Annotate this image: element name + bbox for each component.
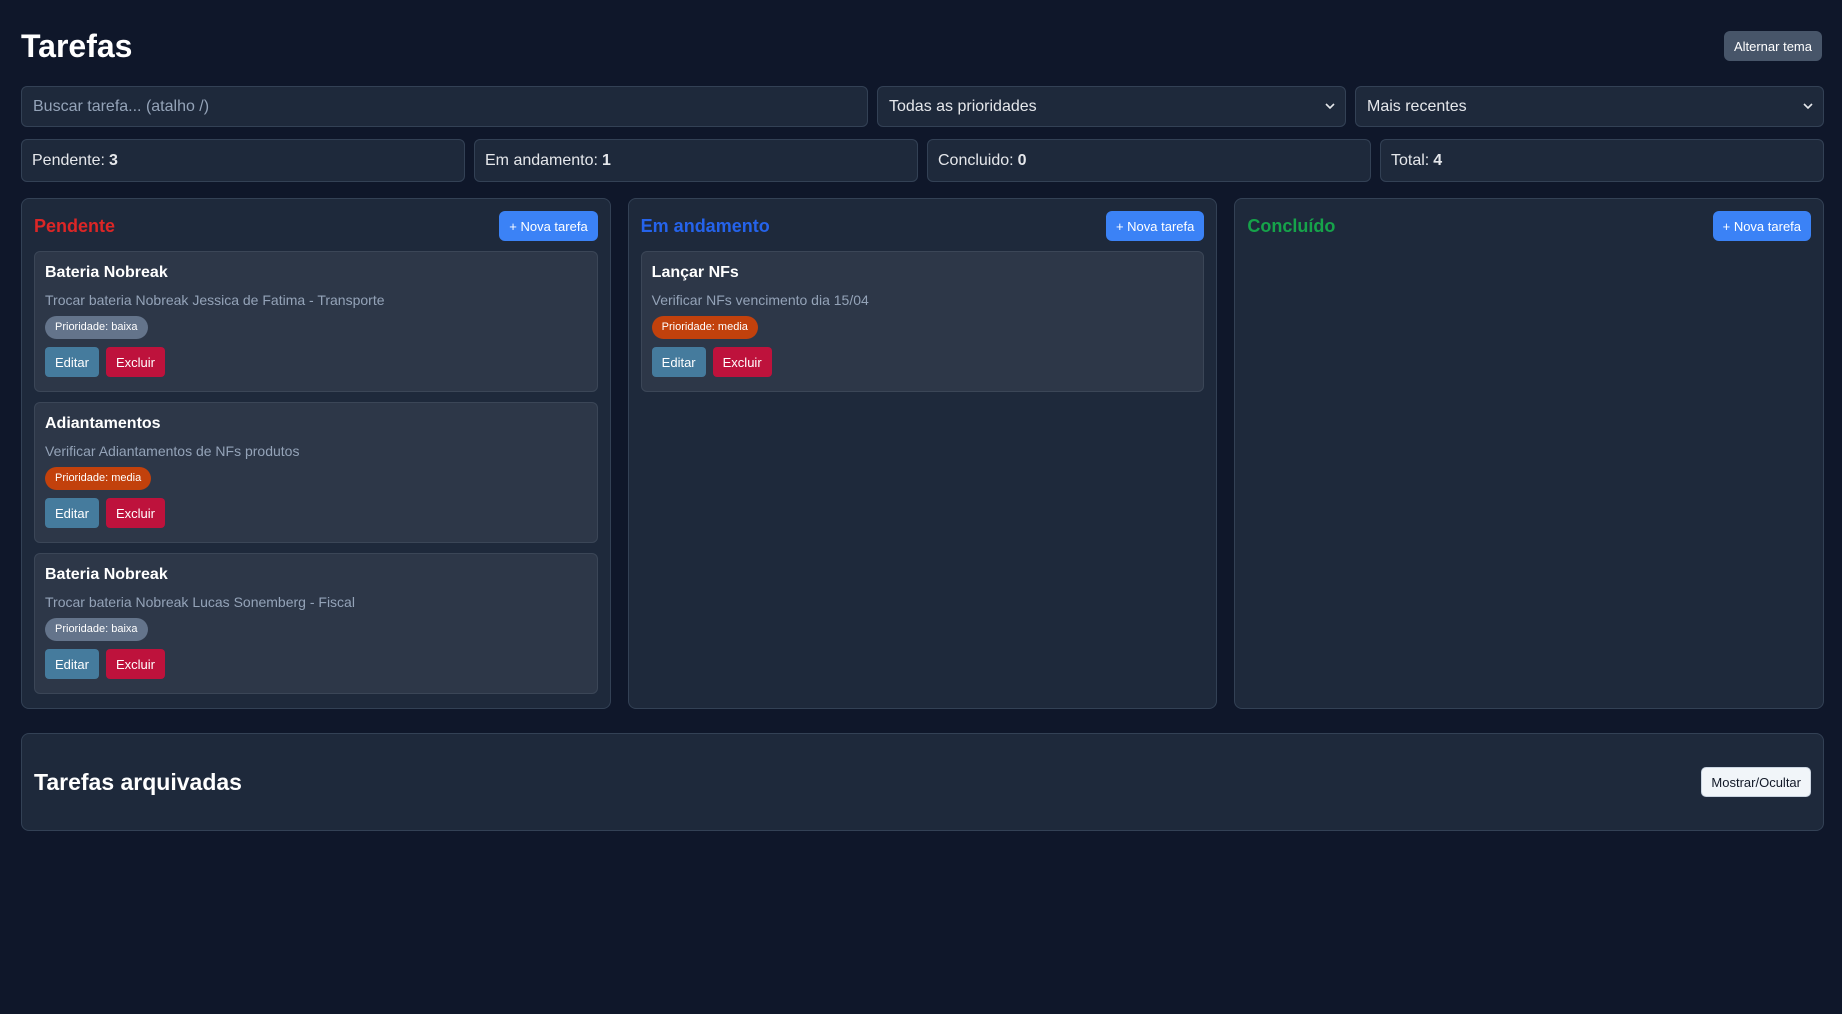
column-title: Pendente — [34, 215, 116, 236]
column-in-progress: Em andamento + Nova tarefa Lançar NFs Ve… — [627, 198, 1218, 709]
edit-button[interactable]: Editar — [45, 498, 99, 528]
sort-select-value: Mais recentes — [1367, 97, 1467, 115]
priority-badge: Prioridade: baixa — [45, 618, 148, 641]
task-actions: Editar Excluir — [45, 347, 587, 377]
sort-select[interactable]: Mais recentes — [1355, 86, 1824, 127]
priority-select-value: Todas as prioridades — [889, 97, 1037, 115]
task-description: Trocar bateria Nobreak Jessica de Fatima… — [45, 292, 385, 308]
filters-bar: Buscar tarefa... (atalho /) Todas as pri… — [21, 86, 1824, 127]
task-description: Trocar bateria Nobreak Lucas Sonemberg -… — [45, 594, 355, 610]
priority-badge: Prioridade: media — [651, 316, 758, 339]
page-header: Tarefas Alternar tema — [21, 24, 1822, 68]
delete-button[interactable]: Excluir — [105, 649, 165, 679]
stat-total-value: 4 — [1433, 151, 1443, 169]
stat-total: Total: 4 — [1380, 139, 1824, 182]
column-header: Pendente + Nova tarefa — [34, 211, 598, 241]
stat-done-value: 0 — [1017, 151, 1027, 169]
delete-button[interactable]: Excluir — [105, 347, 165, 377]
chevron-down-icon — [1803, 103, 1813, 110]
task-description: Verificar NFs vencimento dia 15/04 — [651, 292, 869, 308]
column-pending: Pendente + Nova tarefa Bateria Nobreak T… — [21, 198, 611, 709]
task-title: Bateria Nobreak — [45, 264, 168, 281]
task-card: Bateria Nobreak Trocar bateria Nobreak L… — [34, 553, 598, 694]
priority-badge: Prioridade: media — [45, 467, 152, 490]
edit-button[interactable]: Editar — [651, 347, 706, 377]
column-header: Em andamento + Nova tarefa — [641, 211, 1205, 241]
task-card: Adiantamentos Verificar Adiantamentos de… — [34, 402, 598, 543]
column-title: Concluído — [1247, 215, 1336, 236]
stats-bar: Pendente: 3 Em andamento: 1 Concluido: 0 To… — [21, 139, 1824, 182]
edit-button[interactable]: Editar — [45, 649, 99, 679]
task-title: Lançar NFs — [651, 264, 739, 281]
column-header: Concluído + Nova tarefa — [1247, 211, 1812, 241]
delete-button[interactable]: Excluir — [105, 498, 165, 528]
task-title: Adiantamentos — [45, 415, 161, 432]
page-title: Tarefas — [21, 27, 133, 64]
task-actions: Editar Excluir — [651, 347, 1194, 377]
new-task-button[interactable]: + Nova tarefa — [1712, 211, 1812, 241]
stat-in-progress-value: 1 — [601, 151, 611, 169]
task-description: Verificar Adiantamentos de NFs produtos — [45, 443, 300, 459]
edit-button[interactable]: Editar — [45, 347, 99, 377]
kanban-board: Pendente + Nova tarefa Bateria Nobreak T… — [21, 198, 1825, 709]
toggle-archive-button[interactable]: Mostrar/Ocultar — [1701, 767, 1811, 797]
task-card: Bateria Nobreak Trocar bateria Nobreak J… — [34, 251, 598, 392]
new-task-button[interactable]: + Nova tarefa — [499, 211, 598, 241]
search-input[interactable]: Buscar tarefa... (atalho /) — [21, 86, 868, 127]
new-task-button[interactable]: + Nova tarefa — [1105, 211, 1205, 241]
column-done: Concluído + Nova tarefa — [1234, 198, 1825, 709]
column-title: Em andamento — [640, 215, 770, 236]
stat-pending-value: 3 — [108, 151, 118, 169]
stat-done: Concluido: 0 — [927, 139, 1371, 182]
task-actions: Editar Excluir — [45, 498, 587, 528]
chevron-down-icon — [1325, 103, 1335, 110]
stat-pending: Pendente: 3 — [21, 139, 465, 182]
priority-badge: Prioridade: baixa — [45, 316, 148, 339]
task-card: Lançar NFs Verificar NFs vencimento dia … — [640, 251, 1205, 392]
delete-button[interactable]: Excluir — [712, 347, 772, 377]
priority-select[interactable]: Todas as prioridades — [877, 86, 1346, 127]
archived-tasks-section: Tarefas arquivadas Mostrar/Ocultar — [21, 733, 1824, 831]
toggle-theme-button[interactable]: Alternar tema — [1723, 31, 1822, 61]
archive-title: Tarefas arquivadas — [34, 768, 242, 795]
stat-in-progress: Em andamento: 1 — [474, 139, 918, 182]
task-title: Bateria Nobreak — [45, 566, 168, 583]
task-actions: Editar Excluir — [45, 649, 587, 679]
